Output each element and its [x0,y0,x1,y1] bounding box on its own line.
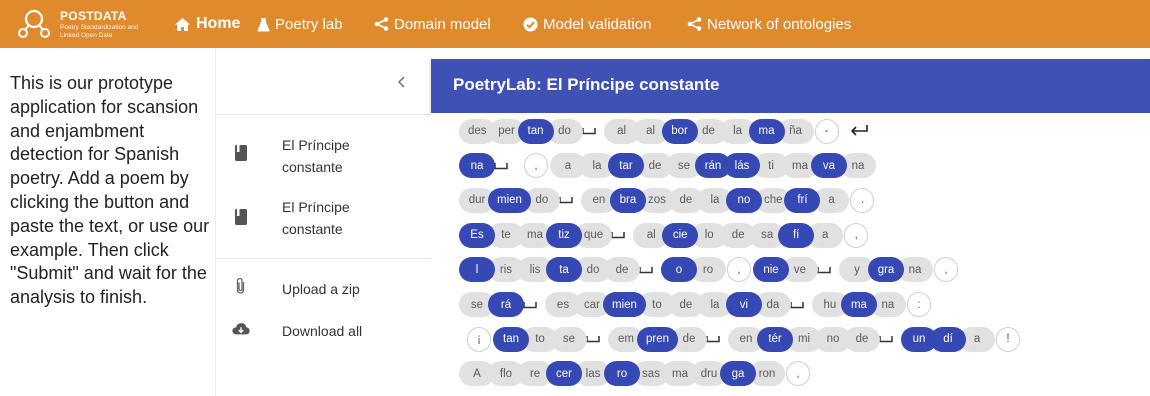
stressed-syllable[interactable]: fí [778,222,815,248]
stressed-syllable[interactable]: lás [724,153,760,179]
verse-line: Aflo re cer las ro sas ma dru ga ron, [459,360,812,388]
sidebar-divider [216,258,432,259]
punctuation-token[interactable]: ! [996,326,1021,352]
enjambment-arrow-icon [849,124,869,138]
book-icon [235,209,247,225]
panel-header: PoetryLab: El Príncipe constante [431,59,1150,113]
nav-home[interactable]: Home [174,0,240,48]
syllable[interactable]: se [551,326,587,352]
stressed-syllable[interactable]: ro [604,361,640,387]
stressed-syllable[interactable]: ga [720,361,756,387]
stressed-syllable[interactable]: rá [488,292,524,317]
stressed-syllable[interactable]: tiz [546,222,582,248]
stressed-syllable[interactable]: cie [662,222,699,248]
stressed-syllable[interactable]: na [459,153,495,179]
share-icon [374,17,389,31]
verse-line: na, a la tar de se rán lás ti ma va na [459,152,876,180]
paperclip-icon [236,277,245,294]
stressed-syllable[interactable]: tan [517,118,554,144]
home-icon [175,17,190,31]
punctuation-token[interactable]: - [814,118,839,144]
punctuation-token[interactable]: ¡ [467,326,491,352]
stressed-syllable[interactable]: nie [753,257,789,283]
stressed-syllable[interactable]: pren [637,326,679,352]
stressed-syllable[interactable]: l [459,257,495,283]
upload-zip-button[interactable]: Upload a zip [216,274,432,306]
logo-title: POSTDATA [60,9,127,23]
chevron-left-icon [397,76,404,88]
stressed-syllable[interactable]: tér [757,326,794,352]
syllable[interactable]: de [844,326,881,352]
punctuation-token[interactable]: : [906,292,931,317]
download-all-button[interactable]: Download all [216,316,432,348]
scansion-panel: des per tan do al al bor de la ma ña - na, a la tar de se… [431,113,1150,396]
sidebar-poem-item[interactable]: El Príncipe constante [216,130,432,186]
collapse-sidebar-button[interactable] [391,72,411,92]
verse-line: ¡ tan to se em pren de en tér mi no de un dí a! [459,325,1022,353]
punctuation-token[interactable]: , [727,257,751,283]
stressed-syllable[interactable]: ma [840,292,877,317]
postdata-logo-icon [18,9,50,38]
stressed-syllable[interactable]: tar [608,153,644,179]
verse-line: l ris lis ta do de o ro, nie ve y gra na, [459,256,960,284]
verse-line: des per tan do al al bor de la ma ña - [459,117,869,145]
punctuation-token[interactable]: , [524,153,548,179]
nav-poetry-lab[interactable]: Poetry lab [257,0,343,48]
stressed-syllable[interactable]: dí [930,326,967,352]
stressed-syllable[interactable]: ma [748,118,785,144]
syllable[interactable]: de [604,257,640,283]
poem-title-line1: El Príncipe [282,199,350,215]
panel-title: PoetryLab: El Príncipe constante [453,75,720,94]
postdata-logo[interactable]: POSTDATA Poetry Standardization and Link… [14,6,154,42]
nav-network-of-ontologies[interactable]: Network of ontologies [687,0,851,48]
check-circle-icon [523,17,538,31]
stressed-syllable[interactable]: o [661,257,697,283]
poem-title-line1: El Príncipe [282,137,350,153]
punctuation-token[interactable]: , [786,361,810,387]
verse-line: se rá es car mien to de la vi da hu ma na: [459,291,933,319]
upload-zip-label: Upload a zip [282,281,360,297]
logo-subtitle: Poetry Standardization and Linked Open D… [60,24,139,39]
nav-model-validation-label: Model validation [543,15,652,33]
share-icon [687,17,702,31]
poem-sidebar: El Príncipe constante El Príncipe consta… [215,48,432,396]
cloud-download-icon [232,323,250,335]
stressed-syllable[interactable]: Es [459,222,495,248]
nav-domain-model[interactable]: Domain model [374,0,491,48]
stressed-syllable[interactable]: gra [868,257,904,283]
poem-title-line2: constante [282,221,343,237]
book-icon [235,145,247,161]
verse-line: dur mien do en bra zos de la no che frí a. [459,186,876,214]
stressed-syllable[interactable]: vi [725,292,762,317]
stressed-syllable[interactable]: frí [784,187,821,213]
nav-network-of-ontologies-label: Network of ontologies [707,15,852,33]
nav-home-label: Home [196,15,241,32]
punctuation-token[interactable]: . [850,187,875,213]
punctuation-token[interactable]: , [844,222,869,248]
nav-poetry-lab-label: Poetry lab [275,15,343,33]
stressed-syllable[interactable]: mien [488,187,531,213]
stressed-syllable[interactable]: bor [661,118,698,144]
sidebar-poem-item[interactable]: El Príncipe constante [216,194,432,250]
poem-title-line2: constante [282,159,343,175]
stressed-syllable[interactable]: cer [546,361,582,387]
stressed-syllable[interactable]: ta [546,257,582,283]
flask-icon [257,17,270,31]
nav-model-validation[interactable]: Model validation [523,0,651,48]
top-navbar: POSTDATA Poetry Standardization and Link… [0,0,1150,48]
nav-domain-model-label: Domain model [394,15,491,33]
stressed-syllable[interactable]: tan [493,326,529,352]
verse-line: Es te ma tiz que al cie lo de sa fí a, [459,221,870,249]
stressed-syllable[interactable]: mien [603,292,646,317]
sidebar-divider [216,114,432,115]
intro-description: This is our prototype application for sc… [10,73,210,308]
stressed-syllable[interactable]: no [725,187,762,213]
stressed-syllable[interactable]: bra [609,187,646,213]
stressed-syllable[interactable]: va [811,153,847,179]
download-all-label: Download all [282,323,363,339]
punctuation-token[interactable]: , [934,257,958,283]
